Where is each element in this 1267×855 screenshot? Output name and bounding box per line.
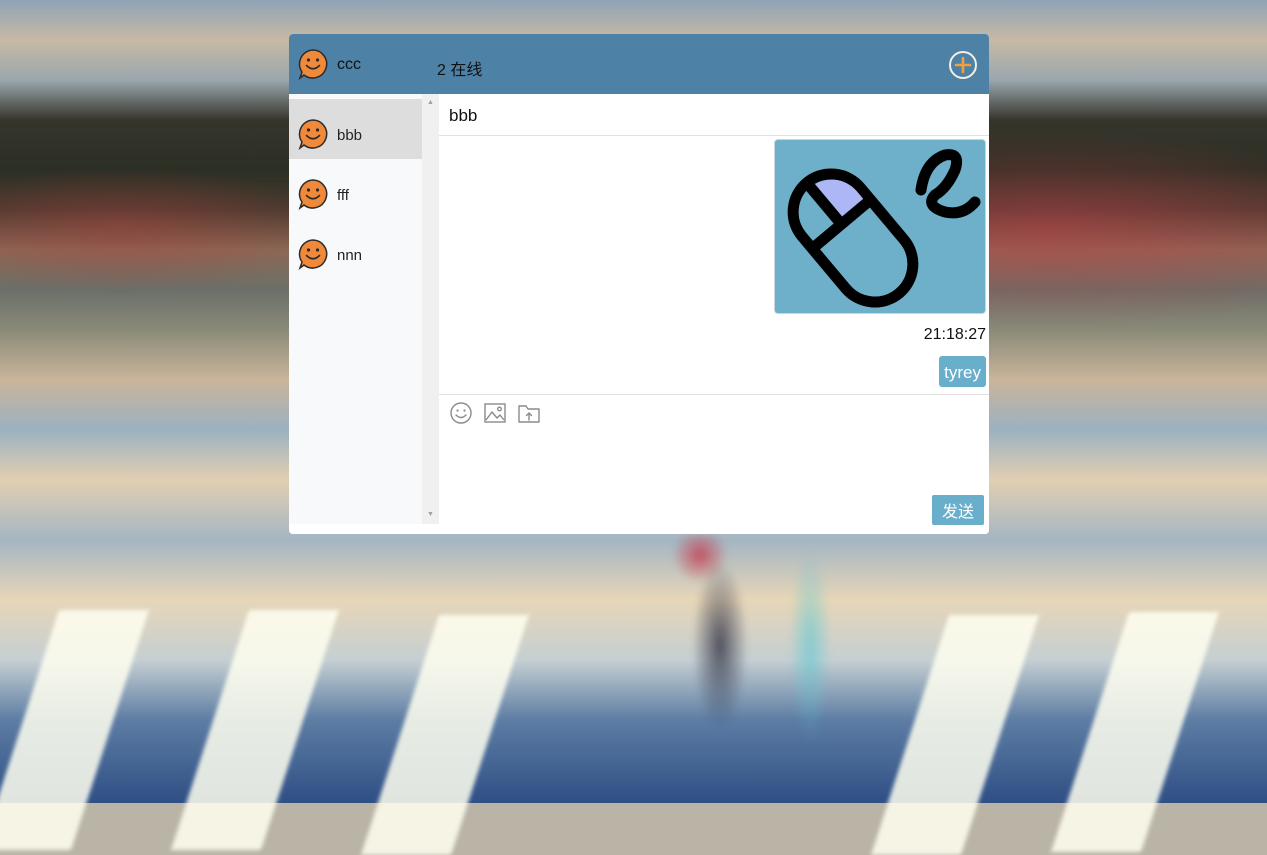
contact-list: bbb fff nnn ▲ ▼ <box>289 94 439 524</box>
image-message[interactable] <box>775 140 985 313</box>
message-input[interactable] <box>447 431 921 525</box>
chat-window: ccc 2 在线 bbb fff nnn ▲ ▼ bbb 21:18:27 ty… <box>289 34 989 534</box>
scroll-up-arrow-icon[interactable]: ▲ <box>422 96 439 110</box>
avatar-icon <box>298 179 328 210</box>
contact-item-bbb[interactable]: bbb <box>289 99 422 159</box>
message-timestamp: 21:18:27 <box>923 326 986 343</box>
current-username: ccc <box>337 56 361 73</box>
send-button[interactable]: 发送 <box>932 495 984 525</box>
add-icon[interactable] <box>948 50 978 80</box>
conversation-header: bbb <box>439 94 989 136</box>
mouse-icon <box>787 149 981 308</box>
avatar-icon <box>298 119 328 150</box>
contact-item-fff[interactable]: fff <box>289 159 422 219</box>
image-icon[interactable] <box>483 401 507 425</box>
scroll-down-arrow-icon[interactable]: ▼ <box>422 508 439 522</box>
file-upload-icon[interactable] <box>517 401 541 425</box>
chat-header: ccc 2 在线 <box>289 34 989 94</box>
conversation-title: bbb <box>449 106 478 125</box>
online-count: 2 在线 <box>437 62 483 79</box>
emoji-icon[interactable] <box>449 401 473 425</box>
contact-name: fff <box>337 187 349 204</box>
contact-item-nnn[interactable]: nnn <box>289 219 422 279</box>
text-message[interactable]: tyrey <box>939 356 986 387</box>
avatar-icon <box>298 49 328 80</box>
contact-name: nnn <box>337 247 363 264</box>
contact-list-scrollbar[interactable]: ▲ ▼ <box>422 94 439 524</box>
contact-name: bbb <box>337 127 363 144</box>
message-list[interactable]: 21:18:27 tyrey <box>439 136 989 394</box>
message-composer: 发送 <box>439 394 989 534</box>
avatar-icon <box>298 239 328 270</box>
